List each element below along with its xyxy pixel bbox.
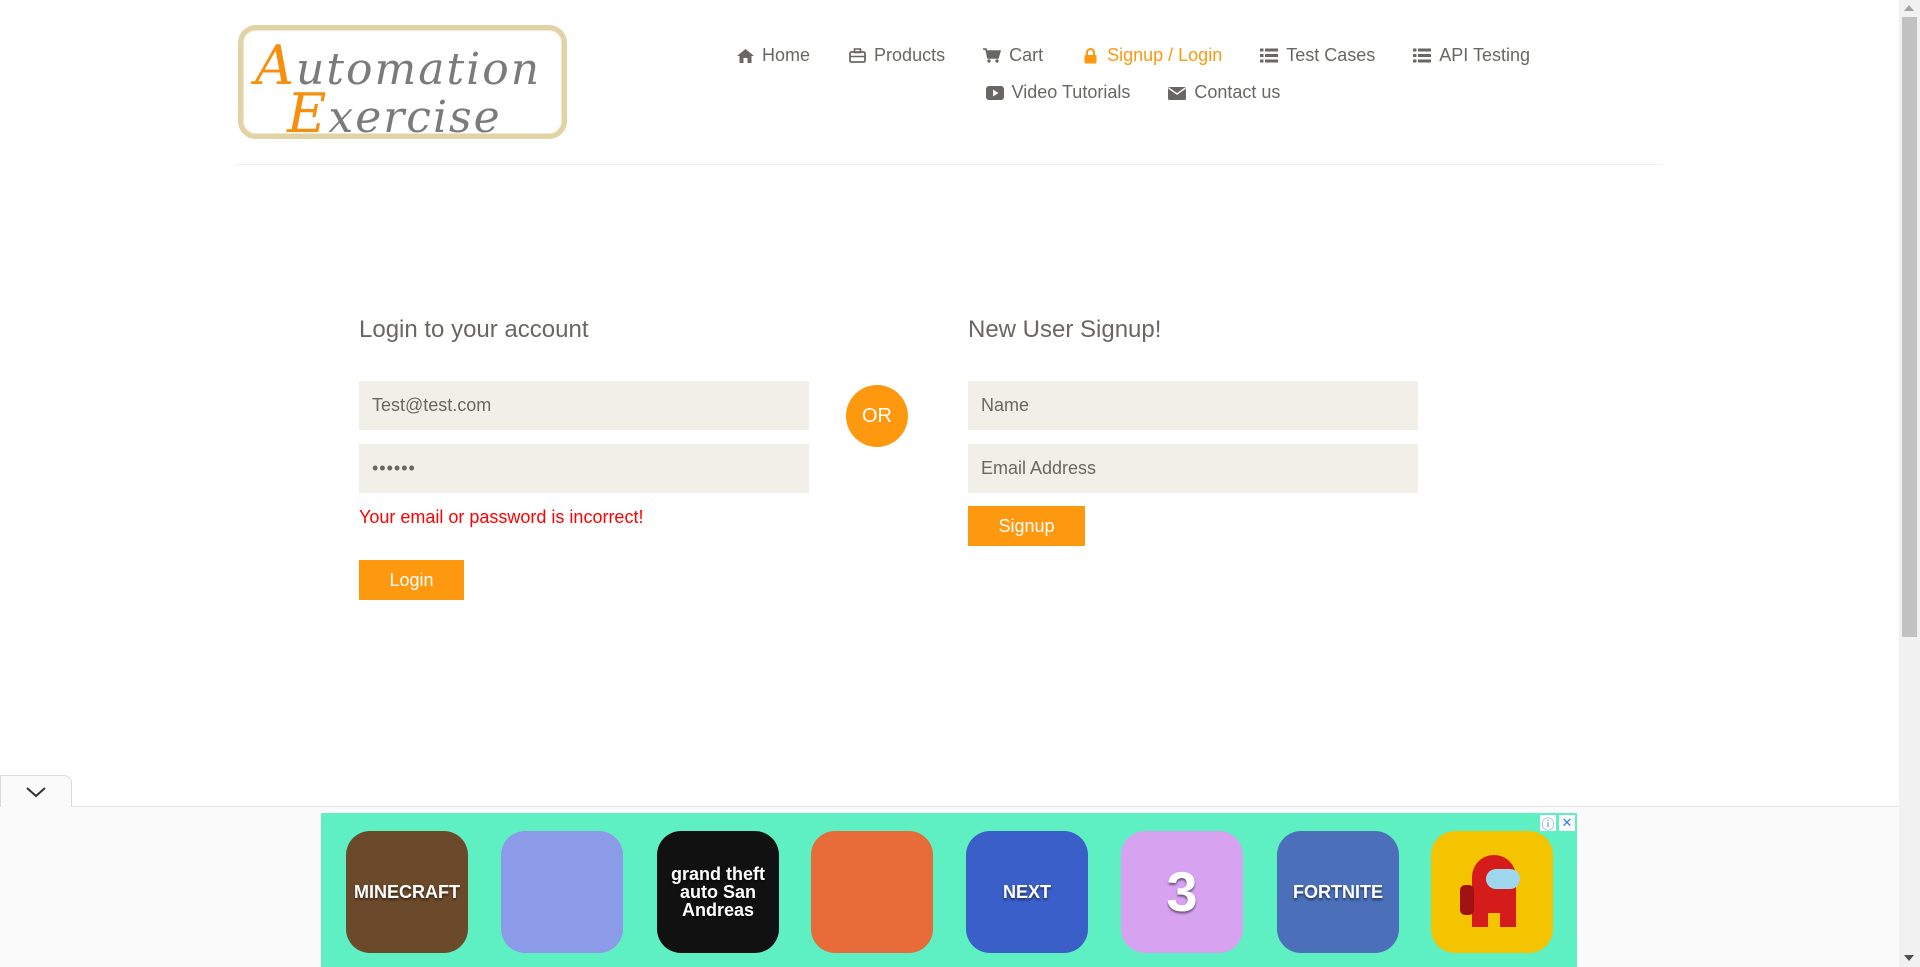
nav-test-cases[interactable]: Test Cases xyxy=(1241,45,1394,66)
envelope-icon xyxy=(1168,85,1187,101)
mobile-legends-app-icon[interactable]: NEXT xyxy=(966,831,1088,953)
list-icon xyxy=(1260,48,1279,64)
nav-contact-us-label: Contact us xyxy=(1194,82,1281,102)
app-label: 3 xyxy=(1166,860,1198,923)
main-nav: Home Products Cart Signup / Login Test C… xyxy=(736,37,1530,111)
scroll-up-arrow-icon[interactable] xyxy=(1904,5,1914,11)
chevron-down-icon xyxy=(26,786,46,797)
nav-row-2: Video Tutorials Contact us xyxy=(738,74,1528,111)
nav-products[interactable]: Products xyxy=(829,45,964,66)
nav-products-label: Products xyxy=(874,45,946,65)
login-button[interactable]: Login xyxy=(359,560,464,600)
app-label: NEXT xyxy=(1002,882,1051,902)
home-icon xyxy=(736,48,754,64)
app-label: MINECRAFT xyxy=(354,882,460,902)
or-separator: OR xyxy=(846,385,908,447)
signup-title: New User Signup! xyxy=(968,316,1162,343)
briefcase-icon xyxy=(848,48,866,64)
login-password-input[interactable]: •••••• xyxy=(359,444,809,493)
nav-home[interactable]: Home xyxy=(717,45,829,66)
nav-video-tutorials-label: Video Tutorials xyxy=(1011,82,1131,102)
ad-close-icon[interactable]: ✕ xyxy=(1559,815,1575,831)
nav-cart[interactable]: Cart xyxy=(964,45,1062,66)
login-title: Login to your account xyxy=(359,316,589,343)
scroll-down-arrow-icon[interactable] xyxy=(1904,955,1914,961)
nav-contact-us[interactable]: Contact us xyxy=(1149,82,1299,103)
ad-banner[interactable]: ⓘ ✕ MINECRAFT grand theft auto San Andre… xyxy=(321,813,1577,967)
among-us-app-icon[interactable] xyxy=(1431,831,1553,953)
app-label: grand theft auto San Andreas xyxy=(671,864,765,920)
youtube-play-icon xyxy=(985,85,1004,101)
among-us-crewmate-icon xyxy=(1460,855,1520,927)
list-icon xyxy=(1413,48,1432,64)
signup-email-input[interactable]: Email Address xyxy=(968,444,1418,493)
fortnite-app-icon[interactable]: FORTNITE xyxy=(1277,831,1399,953)
nav-cart-label: Cart xyxy=(1009,45,1044,65)
login-error-message: Your email or password is incorrect! xyxy=(359,507,644,527)
site-logo[interactable]: Automation Exercise xyxy=(238,25,567,145)
scrollbar-thumb[interactable] xyxy=(1902,17,1917,637)
nav-home-label: Home xyxy=(762,45,811,65)
ad-controls: ⓘ ✕ xyxy=(1540,815,1575,832)
nav-row-1: Home Products Cart Signup / Login Test C… xyxy=(736,37,1530,74)
nav-video-tutorials[interactable]: Video Tutorials xyxy=(967,82,1150,103)
login-email-input[interactable]: Test@test.com xyxy=(359,381,809,430)
nav-api-testing[interactable]: API Testing xyxy=(1394,45,1549,66)
ad-info-icon[interactable]: ⓘ xyxy=(1540,815,1556,832)
ad-collapse-tab[interactable] xyxy=(0,775,72,807)
signup-button[interactable]: Signup xyxy=(968,506,1085,546)
signup-name-input[interactable]: Name xyxy=(968,381,1418,430)
lock-icon xyxy=(1081,47,1099,64)
header-divider xyxy=(236,164,1662,165)
slither-snake-app-icon[interactable] xyxy=(501,831,623,953)
piano-tiles-app-icon[interactable]: 3 xyxy=(1121,831,1243,953)
page-scrollbar[interactable] xyxy=(1899,0,1920,967)
gta-san-andreas-app-icon[interactable]: grand theft auto San Andreas xyxy=(657,831,779,953)
nav-api-testing-label: API Testing xyxy=(1439,45,1530,65)
nav-signup-login-label: Signup / Login xyxy=(1107,45,1223,65)
nav-signup-login[interactable]: Signup / Login xyxy=(1062,45,1241,66)
minecraft-app-icon[interactable]: MINECRAFT xyxy=(346,831,468,953)
nav-test-cases-label: Test Cases xyxy=(1286,45,1376,65)
logo-line-2: Exercise xyxy=(287,82,502,145)
subway-surfers-app-icon[interactable] xyxy=(811,831,933,953)
cart-icon xyxy=(983,48,1002,64)
app-label: FORTNITE xyxy=(1293,882,1383,902)
